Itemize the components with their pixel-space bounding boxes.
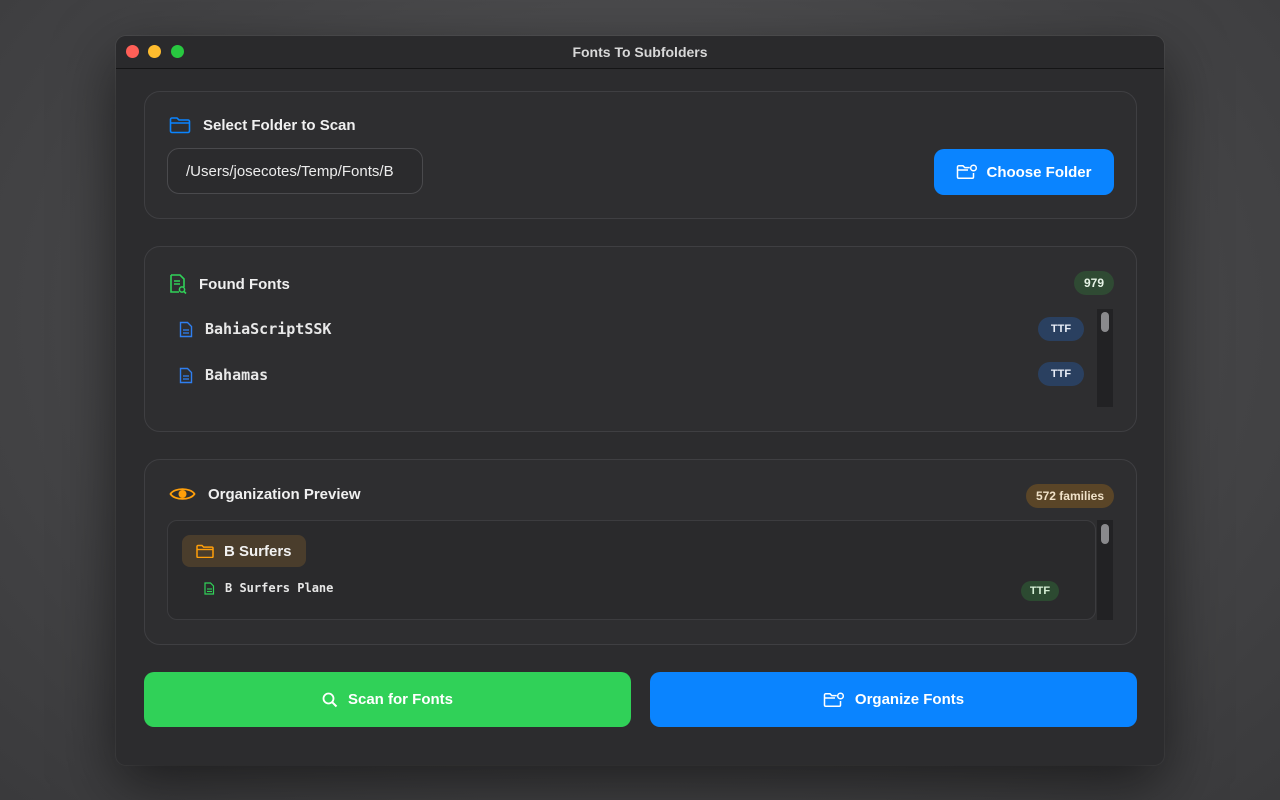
- organization-preview-card: Organization Preview 572 families B Surf…: [144, 459, 1137, 645]
- choose-folder-button[interactable]: Choose Folder: [934, 149, 1114, 195]
- document-icon: [204, 581, 215, 595]
- select-folder-title: Select Folder to Scan: [203, 116, 356, 134]
- folder-icon: [196, 544, 214, 558]
- font-list-item[interactable]: BahiaScriptSSK: [179, 317, 331, 341]
- folder-badge-icon: [957, 164, 978, 179]
- search-icon: [322, 692, 338, 707]
- document-icon: [179, 321, 193, 337]
- choose-folder-label: Choose Folder: [986, 163, 1092, 181]
- font-name: BahiaScriptSSK: [205, 320, 332, 338]
- select-folder-card: Select Folder to Scan /Users/josecotes/T…: [144, 91, 1137, 219]
- select-folder-header: Select Folder to Scan: [169, 116, 356, 134]
- document-icon: [179, 367, 193, 383]
- font-list-item[interactable]: Bahamas: [179, 363, 268, 387]
- title-bar: Fonts To Subfolders: [116, 36, 1164, 69]
- preview-file-item: B Surfers Plane: [204, 581, 333, 595]
- organize-fonts-button[interactable]: Organize Fonts: [650, 672, 1137, 727]
- file-type-badge: TTF: [1021, 581, 1059, 601]
- font-type-badge: TTF: [1038, 362, 1084, 386]
- preview-list: B Surfers B Surfers Plane TTF: [167, 520, 1096, 620]
- document-search-icon: [170, 274, 187, 295]
- preview-scrollbar[interactable]: [1097, 520, 1113, 620]
- scan-for-fonts-button[interactable]: Scan for Fonts: [144, 672, 631, 727]
- found-fonts-title: Found Fonts: [199, 275, 290, 293]
- found-fonts-header: Found Fonts: [169, 273, 290, 295]
- preview-file-name: B Surfers Plane: [225, 581, 334, 595]
- scan-for-fonts-label: Scan for Fonts: [347, 691, 453, 708]
- folder-path-field[interactable]: /Users/josecotes/Temp/Fonts/B: [167, 148, 423, 194]
- folder-group-name: B Surfers: [224, 542, 292, 560]
- font-type-badge: TTF: [1038, 317, 1084, 341]
- organization-preview-title: Organization Preview: [208, 485, 361, 503]
- app-window: Fonts To Subfolders Select Folder to Sca…: [116, 36, 1164, 765]
- organization-preview-header: Organization Preview: [169, 485, 361, 503]
- found-fonts-card: Found Fonts 979 BahiaScriptSSK TTF Baham…: [144, 246, 1137, 432]
- found-fonts-count-badge: 979: [1073, 271, 1114, 295]
- folder-badge-icon: [823, 691, 844, 707]
- families-count-badge: 572 families: [1025, 484, 1114, 508]
- eye-icon: [169, 488, 196, 500]
- scrollbar-thumb[interactable]: [1101, 524, 1109, 544]
- folder-icon: [169, 117, 191, 134]
- folder-group-header[interactable]: B Surfers: [182, 535, 306, 567]
- found-fonts-scrollbar[interactable]: [1097, 309, 1113, 407]
- window-title: Fonts To Subfolders: [572, 44, 708, 60]
- scrollbar-thumb[interactable]: [1101, 312, 1109, 332]
- organize-fonts-label: Organize Fonts: [854, 691, 965, 708]
- font-name: Bahamas: [205, 366, 269, 384]
